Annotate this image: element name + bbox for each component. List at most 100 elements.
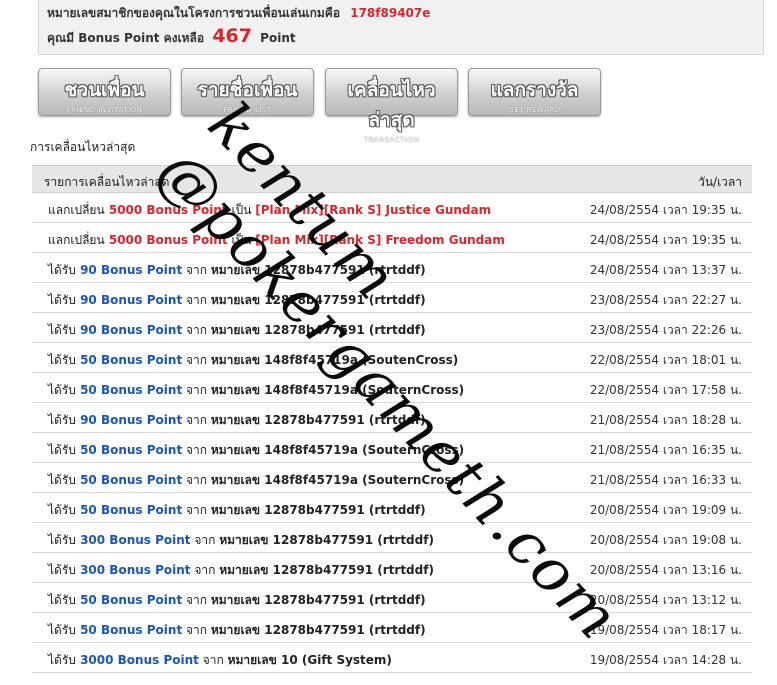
transaction-datetime: 20/08/2554 เวลา 19:08 น. bbox=[589, 533, 742, 547]
transaction-table: รายการเคลื่อนไหวล่าสุด วัน/เวลา แลกเปลี่… bbox=[32, 165, 752, 673]
transaction-datetime: 23/08/2554 เวลา 22:26 น. bbox=[589, 323, 742, 337]
table-row: ได้รับ 50 Bonus Point จาก หมายเลข 148f8f… bbox=[32, 433, 752, 463]
bonus-amount: 50 Bonus Point bbox=[80, 383, 183, 397]
transaction-datetime: 24/08/2554 เวลา 13:37 น. bbox=[589, 263, 742, 277]
transaction-description: ได้รับ 50 Bonus Point จาก หมายเลข 148f8f… bbox=[48, 441, 464, 460]
transaction-description: ได้รับ 50 Bonus Point จาก หมายเลข 12878b… bbox=[48, 591, 426, 610]
transaction-connector: จาก bbox=[182, 443, 211, 457]
table-header: รายการเคลื่อนไหวล่าสุด วัน/เวลา bbox=[32, 165, 752, 193]
transaction-action: ได้รับ bbox=[48, 533, 76, 547]
transaction-action: ได้รับ bbox=[48, 413, 76, 427]
transaction-datetime: 24/08/2554 เวลา 19:35 น. bbox=[589, 203, 742, 217]
member-id-label: หมายเลขสมาชิกของคุณในโครงการชวนเพื่อนเล่… bbox=[47, 6, 341, 20]
transaction-description: ได้รับ 90 Bonus Point จาก หมายเลข 12878b… bbox=[48, 291, 426, 310]
transaction-action: ได้รับ bbox=[48, 443, 76, 457]
transaction-connector: จาก bbox=[182, 383, 211, 397]
transaction-action: ได้รับ bbox=[48, 653, 76, 667]
transaction-action: แลกเปลี่ยน bbox=[48, 233, 105, 247]
source-member: หมายเลข 12878b477591 (rtrtddf) bbox=[219, 533, 434, 547]
section-title: การเคลื่อนไหวล่าสุด bbox=[30, 140, 136, 154]
table-row: ได้รับ 90 Bonus Point จาก หมายเลข 12878b… bbox=[32, 253, 752, 283]
source-member: หมายเลข 12878b477591 (rtrtddf) bbox=[210, 593, 426, 607]
points-label: คุณมี Bonus Point คงเหลือ bbox=[47, 31, 205, 45]
transaction-datetime: 19/08/2554 เวลา 18:17 น. bbox=[589, 623, 742, 637]
source-member: หมายเลข 12878b477591 (rtrtddf) bbox=[210, 413, 426, 427]
table-row: ได้รับ 90 Bonus Point จาก หมายเลข 12878b… bbox=[32, 313, 752, 343]
source-member: หมายเลข 12878b477591 (rtrtddf) bbox=[210, 503, 426, 517]
friend-invitation-button[interactable]: ชวนเพื่อน FRIEND INVITATION bbox=[38, 68, 171, 116]
transaction-datetime: 22/08/2554 เวลา 17:58 น. bbox=[589, 383, 742, 397]
transaction-datetime: 20/08/2554 เวลา 13:12 น. bbox=[589, 593, 742, 607]
friend-list-button[interactable]: รายชื่อเพื่อน FRIEND LIST bbox=[181, 68, 314, 116]
transaction-description: ได้รับ 50 Bonus Point จาก หมายเลข 148f8f… bbox=[48, 351, 458, 370]
bonus-amount: 90 Bonus Point bbox=[80, 413, 183, 427]
bonus-amount: 3000 Bonus Point bbox=[80, 653, 199, 667]
transaction-datetime: 21/08/2554 เวลา 18:28 น. bbox=[589, 413, 742, 427]
transaction-connector: จาก bbox=[190, 563, 220, 577]
member-info-panel: หมายเลขสมาชิกของคุณในโครงการชวนเพื่อนเล่… bbox=[38, 0, 764, 55]
transaction-action: ได้รับ bbox=[48, 353, 76, 367]
transaction-connector: จาก bbox=[182, 503, 211, 517]
nav-label-th: ชวนเพื่อน bbox=[64, 79, 145, 101]
transaction-description: ได้รับ 50 Bonus Point จาก หมายเลข 148f8f… bbox=[48, 381, 464, 400]
transaction-connector: จาก bbox=[190, 533, 220, 547]
nav-label-th: รายชื่อเพื่อน bbox=[197, 79, 298, 101]
transaction-connector: จาก bbox=[182, 293, 211, 307]
points-unit: Point bbox=[260, 31, 296, 45]
transaction-datetime: 21/08/2554 เวลา 16:35 น. bbox=[589, 443, 742, 457]
table-row: แลกเปลี่ยน 5000 Bonus Point เป็น [Plan M… bbox=[32, 193, 752, 223]
bonus-amount: 90 Bonus Point bbox=[80, 263, 183, 277]
transaction-button[interactable]: เคลื่อนไหวล่าสุด TRANSACTION bbox=[325, 68, 458, 144]
transaction-action: ได้รับ bbox=[48, 473, 76, 487]
transaction-connector: จาก bbox=[182, 473, 211, 487]
source-member: หมายเลข 12878b477591 (rtrtddf) bbox=[210, 293, 426, 307]
transaction-action: ได้รับ bbox=[48, 293, 76, 307]
reward-item: [Plan Mix][Rank S] Justice Gundam bbox=[255, 203, 492, 217]
transaction-action: ได้รับ bbox=[48, 623, 76, 637]
transaction-description: แลกเปลี่ยน 5000 Bonus Point เป็น [Plan M… bbox=[48, 231, 505, 250]
transaction-description: ได้รับ 300 Bonus Point จาก หมายเลข 12878… bbox=[48, 561, 434, 580]
transaction-connector: จาก bbox=[182, 623, 211, 637]
transaction-action: ได้รับ bbox=[48, 503, 76, 517]
transaction-connector: จาก bbox=[182, 323, 211, 337]
transaction-description: ได้รับ 50 Bonus Point จาก หมายเลข 12878b… bbox=[48, 501, 426, 520]
reward-item: [Plan Mix][Rank S] Freedom Gundam bbox=[255, 233, 505, 247]
transaction-datetime: 20/08/2554 เวลา 13:16 น. bbox=[589, 563, 742, 577]
column-header-datetime: วัน/เวลา bbox=[698, 175, 742, 189]
bonus-amount: 5000 Bonus Point bbox=[108, 233, 228, 247]
transaction-description: แลกเปลี่ยน 5000 Bonus Point เป็น [Plan M… bbox=[48, 201, 491, 220]
transaction-description: ได้รับ 50 Bonus Point จาก หมายเลข 148f8f… bbox=[48, 471, 464, 490]
nav-label-en: FRIEND LIST bbox=[223, 106, 272, 114]
member-id-value: 178f89407e bbox=[350, 6, 431, 20]
table-row: ได้รับ 50 Bonus Point จาก หมายเลข 148f8f… bbox=[32, 463, 752, 493]
get-reward-button[interactable]: แลกรางวัล GET REWARD bbox=[468, 68, 601, 116]
transaction-connector: เป็น bbox=[227, 233, 256, 247]
source-member: หมายเลข 148f8f45719a (SouternCross) bbox=[210, 473, 465, 487]
points-value: 467 bbox=[212, 25, 252, 47]
table-row: ได้รับ 50 Bonus Point จาก หมายเลข 12878b… bbox=[32, 613, 752, 643]
table-row: ได้รับ 50 Bonus Point จาก หมายเลข 12878b… bbox=[32, 493, 752, 523]
transaction-connector: จาก bbox=[182, 263, 211, 277]
transaction-action: ได้รับ bbox=[48, 383, 76, 397]
table-row: ได้รับ 300 Bonus Point จาก หมายเลข 12878… bbox=[32, 523, 752, 553]
bonus-amount: 90 Bonus Point bbox=[80, 323, 183, 337]
source-member: หมายเลข 12878b477591 (rtrtddf) bbox=[219, 563, 434, 577]
transaction-connector: จาก bbox=[182, 353, 211, 367]
table-row: แลกเปลี่ยน 5000 Bonus Point เป็น [Plan M… bbox=[32, 223, 752, 253]
bonus-amount: 50 Bonus Point bbox=[80, 473, 183, 487]
transaction-datetime: 24/08/2554 เวลา 19:35 น. bbox=[589, 233, 742, 247]
transaction-datetime: 23/08/2554 เวลา 22:27 น. bbox=[589, 293, 742, 307]
bonus-amount: 50 Bonus Point bbox=[80, 623, 183, 637]
bonus-amount: 5000 Bonus Point bbox=[108, 203, 228, 217]
transaction-action: ได้รับ bbox=[48, 593, 76, 607]
transaction-description: ได้รับ 90 Bonus Point จาก หมายเลข 12878b… bbox=[48, 411, 426, 430]
transaction-description: ได้รับ 300 Bonus Point จาก หมายเลข 12878… bbox=[48, 531, 434, 550]
transaction-description: ได้รับ 90 Bonus Point จาก หมายเลข 12878b… bbox=[48, 321, 426, 340]
table-row: ได้รับ 50 Bonus Point จาก หมายเลข 12878b… bbox=[32, 583, 752, 613]
transaction-action: แลกเปลี่ยน bbox=[48, 203, 105, 217]
source-member: หมายเลข 12878b477591 (rtrtddf) bbox=[210, 623, 426, 637]
transaction-action: ได้รับ bbox=[48, 323, 76, 337]
table-row: ได้รับ 300 Bonus Point จาก หมายเลข 12878… bbox=[32, 553, 752, 583]
transaction-datetime: 21/08/2554 เวลา 16:33 น. bbox=[589, 473, 742, 487]
member-id-line: หมายเลขสมาชิกของคุณในโครงการชวนเพื่อนเล่… bbox=[47, 4, 755, 23]
